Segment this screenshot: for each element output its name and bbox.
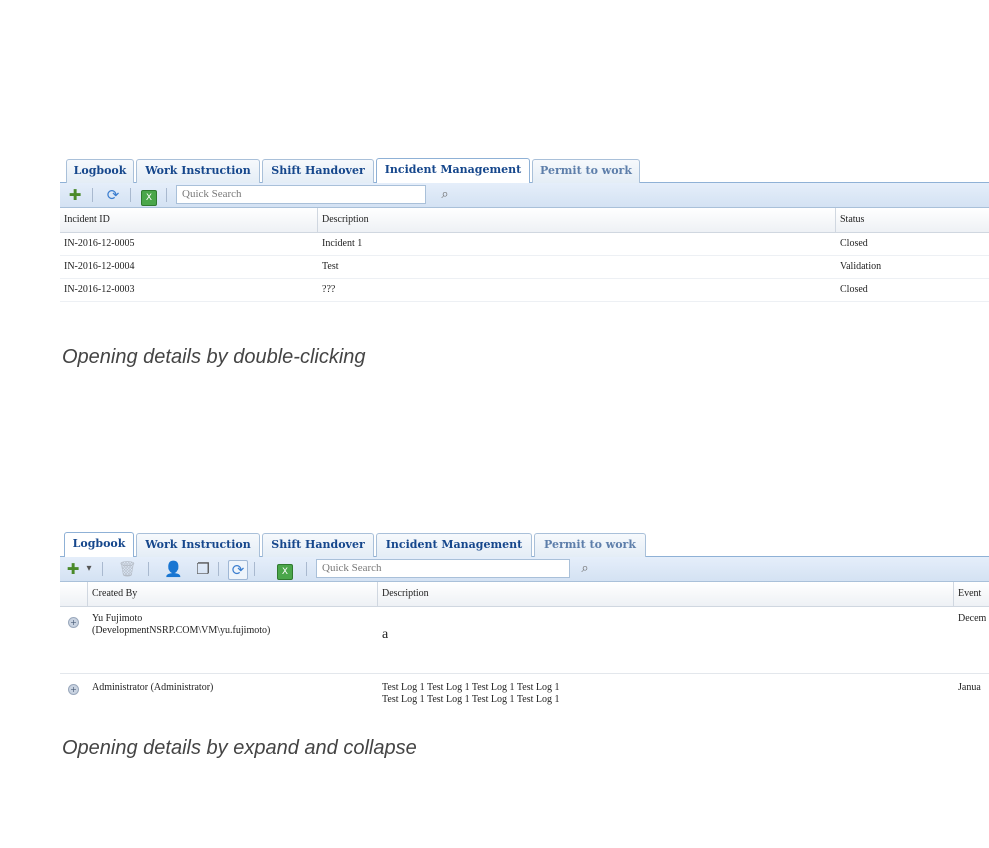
toolbar-separator: [254, 562, 255, 576]
event-cell: Decem: [958, 613, 987, 624]
status-cell: Closed: [840, 284, 868, 295]
table-row[interactable]: IN-2016-12-0003 ??? Closed: [60, 279, 989, 302]
toolbar-separator: [306, 562, 307, 576]
incident-id-cell: IN-2016-12-0003: [64, 284, 135, 295]
caption-expand-collapse: Opening details by expand and collapse: [62, 737, 417, 759]
incident-id-cell: IN-2016-12-0005: [64, 238, 135, 249]
column-header-description[interactable]: Description: [318, 208, 836, 232]
logbook-screenshot: Logbook Work Instruction Shift Handover …: [60, 526, 989, 722]
column-header-status[interactable]: Status: [836, 208, 989, 232]
column-header-incident-id[interactable]: Incident ID: [60, 208, 318, 232]
excel-export-icon[interactable]: X: [276, 560, 294, 580]
module-tabs: Logbook Work Instruction Shift Handover …: [60, 526, 989, 557]
column-header-description[interactable]: Description: [378, 582, 954, 606]
description-cell: ???: [322, 284, 336, 295]
tab-shift-handover[interactable]: Shift Handover: [262, 159, 374, 183]
created-by-cell: Yu Fujimoto (DevelopmentNSRP.COM\VM\yu.f…: [88, 613, 270, 637]
tab-logbook[interactable]: Logbook: [66, 159, 134, 183]
incident-id-cell: IN-2016-12-0004: [64, 261, 135, 272]
grid-toolbar: ✚ ▾ 🗑 👤 ❐ ⟳ X Quick Search ⌕: [60, 557, 989, 582]
event-cell: Janua: [958, 682, 981, 693]
created-by-name: Yu Fujimoto: [92, 613, 143, 624]
toolbar-separator: [148, 562, 149, 576]
column-header-event[interactable]: Event: [954, 582, 989, 606]
created-by-account: (DevelopmentNSRP.COM\VM\yu.fujimoto): [92, 625, 271, 636]
table-row[interactable]: + Yu Fujimoto (DevelopmentNSRP.COM\VM\yu…: [60, 607, 989, 674]
quick-search-input[interactable]: Quick Search: [316, 559, 570, 578]
excel-export-icon[interactable]: X: [140, 186, 158, 206]
toolbar-separator: [92, 188, 93, 202]
expand-row-icon[interactable]: +: [68, 684, 79, 695]
refresh-icon[interactable]: ⟳: [228, 560, 248, 580]
plus-icon[interactable]: ✚: [66, 186, 84, 204]
tab-shift-handover[interactable]: Shift Handover: [262, 533, 374, 557]
grid-header: Created By Description Event: [60, 582, 989, 607]
toolbar-separator: [166, 188, 167, 202]
table-row[interactable]: + Administrator (Administrator) Test Log…: [60, 674, 989, 722]
tab-logbook[interactable]: Logbook: [64, 532, 134, 557]
expander-column-header: [60, 582, 88, 606]
tab-incident-management[interactable]: Incident Management: [376, 533, 532, 557]
user-icon[interactable]: 👤: [164, 560, 183, 578]
description-cell: Incident 1: [322, 238, 363, 249]
toolbar-separator: [130, 188, 131, 202]
tab-permit-to-work[interactable]: Permit to work: [532, 159, 640, 183]
expand-row-icon[interactable]: +: [68, 617, 79, 628]
column-header-created-by[interactable]: Created By: [88, 582, 378, 606]
grid-header: Incident ID Description Status: [60, 208, 989, 233]
description-cell: a: [382, 627, 389, 642]
caption-double-click: Opening details by double-clicking: [62, 346, 366, 368]
chevron-down-icon[interactable]: ▾: [80, 560, 98, 578]
refresh-icon[interactable]: ⟳: [104, 186, 122, 204]
module-tabs: Logbook Work Instruction Shift Handover …: [60, 152, 989, 183]
toolbar-separator: [102, 562, 103, 576]
description-cell: Test Log 1 Test Log 1 Test Log 1 Test Lo…: [378, 682, 559, 706]
grid-toolbar: ✚ ⟳ X Quick Search ⌕: [60, 183, 989, 208]
created-by-cell: Administrator (Administrator): [92, 682, 214, 693]
description-cell: Test: [322, 261, 339, 272]
table-row[interactable]: IN-2016-12-0004 Test Validation: [60, 256, 989, 279]
table-row[interactable]: IN-2016-12-0005 Incident 1 Closed: [60, 233, 989, 256]
incident-management-screenshot: Logbook Work Instruction Shift Handover …: [60, 152, 989, 303]
search-button-icon[interactable]: ⌕: [436, 186, 454, 204]
tab-work-instruction[interactable]: Work Instruction: [136, 533, 260, 557]
status-cell: Closed: [840, 238, 868, 249]
tab-incident-management[interactable]: Incident Management: [376, 158, 530, 183]
status-cell: Validation: [840, 261, 882, 272]
toolbar-separator: [218, 562, 219, 576]
tab-work-instruction[interactable]: Work Instruction: [136, 159, 260, 183]
description-line: Test Log 1 Test Log 1 Test Log 1 Test Lo…: [382, 694, 560, 705]
search-button-icon[interactable]: ⌕: [576, 560, 594, 578]
quick-search-input[interactable]: Quick Search: [176, 185, 426, 204]
description-line: Test Log 1 Test Log 1 Test Log 1 Test Lo…: [382, 682, 560, 693]
copy-icon[interactable]: ❐: [194, 560, 212, 578]
tab-permit-to-work[interactable]: Permit to work: [534, 533, 646, 557]
trash-icon[interactable]: 🗑: [118, 560, 137, 578]
